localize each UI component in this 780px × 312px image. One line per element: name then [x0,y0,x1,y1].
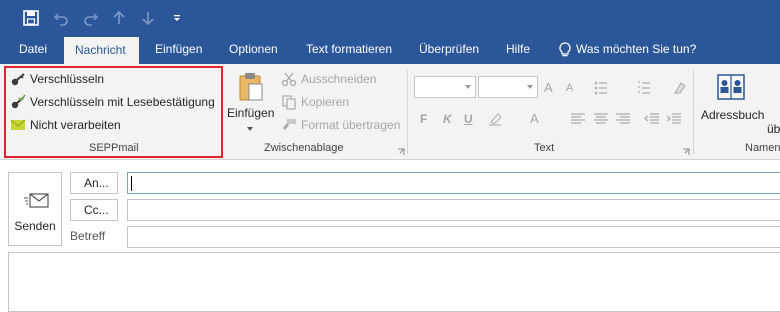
title-bar [0,0,780,35]
dialog-launcher-icon[interactable] [682,145,690,159]
send-envelope-icon [24,191,50,214]
paste-label: Einfügen [227,106,275,120]
tab-hilfe[interactable]: Hilfe [500,35,536,64]
indent-icon[interactable] [666,113,684,127]
clipboard-group-label: Zwischenablage [264,142,344,154]
scissors-icon [281,71,297,87]
dialog-launcher-icon[interactable] [397,145,405,159]
subject-field[interactable] [127,226,780,248]
tell-me-box[interactable]: Was möchten Sie tun? [553,35,702,64]
paintbrush-icon [281,117,297,133]
cc-button[interactable]: Cc... [70,199,118,221]
align-left-icon[interactable] [570,113,588,127]
send-button[interactable]: Senden [8,172,62,246]
ribbon-tabs: Datei Nachricht Einfügen Optionen Text f… [0,35,780,64]
message-body[interactable] [8,252,780,312]
chevron-down-icon [465,85,471,89]
format-painter-button[interactable]: Format übertragen [281,114,400,136]
format-painter-label: Format übertragen [301,118,401,132]
bullets-icon[interactable] [594,81,612,95]
font-color-button[interactable]: A [530,111,539,126]
undo-icon[interactable] [50,7,72,29]
check-names-label[interactable]: üb [767,122,780,136]
to-field[interactable] [127,172,780,194]
names-group-label: Namen [745,142,780,154]
grow-font-button[interactable]: A [544,80,553,95]
chevron-down-icon [247,127,253,131]
subject-label: Betreff [70,229,106,243]
cc-field[interactable] [127,199,780,221]
align-center-icon[interactable] [593,113,611,127]
highlight-pen-icon[interactable] [488,111,506,126]
customize-icon[interactable] [166,7,188,29]
arrow-down-icon[interactable] [137,7,159,29]
clipboard-icon [238,72,264,105]
tab-datei[interactable]: Datei [13,35,53,64]
seppmail-highlight [4,66,223,158]
font-name-dropdown[interactable] [414,76,476,98]
tell-me-text: Was möchten Sie tun? [576,42,697,56]
shrink-font-button[interactable]: A [566,82,573,94]
underline-button[interactable]: U [464,112,473,126]
align-right-icon[interactable] [615,113,633,127]
cut-label: Ausschneiden [301,72,377,86]
redo-icon[interactable] [80,7,102,29]
clear-format-icon[interactable] [672,80,690,94]
to-button[interactable]: An... [70,172,118,194]
address-book-icon [716,72,746,105]
outdent-icon[interactable] [644,113,662,127]
address-book-label: Adressbuch [701,108,765,122]
tab-text-formatieren[interactable]: Text formatieren [300,35,398,64]
save-icon[interactable] [20,7,42,29]
copy-button[interactable]: Kopieren [281,91,349,113]
chevron-down-icon [527,85,533,89]
text-cursor [131,176,132,191]
tab-einfuegen[interactable]: Einfügen [149,35,208,64]
numbering-icon[interactable] [637,81,655,95]
copy-icon [281,94,297,110]
group-separator [693,70,694,154]
arrow-up-icon[interactable] [108,7,130,29]
send-label: Senden [14,219,56,233]
font-size-dropdown[interactable] [478,76,538,98]
bold-button[interactable]: F [420,112,427,126]
tab-ueberpruefen[interactable]: Überprüfen [413,35,485,64]
paste-button[interactable]: Einfügen [226,70,274,136]
tab-optionen[interactable]: Optionen [223,35,284,64]
tab-nachricht[interactable]: Nachricht [64,37,139,64]
cut-button[interactable]: Ausschneiden [281,68,376,90]
copy-label: Kopieren [301,95,350,109]
italic-button[interactable]: K [443,112,452,126]
text-group-label: Text [534,142,555,154]
lightbulb-icon [559,41,571,58]
group-separator [407,70,408,154]
